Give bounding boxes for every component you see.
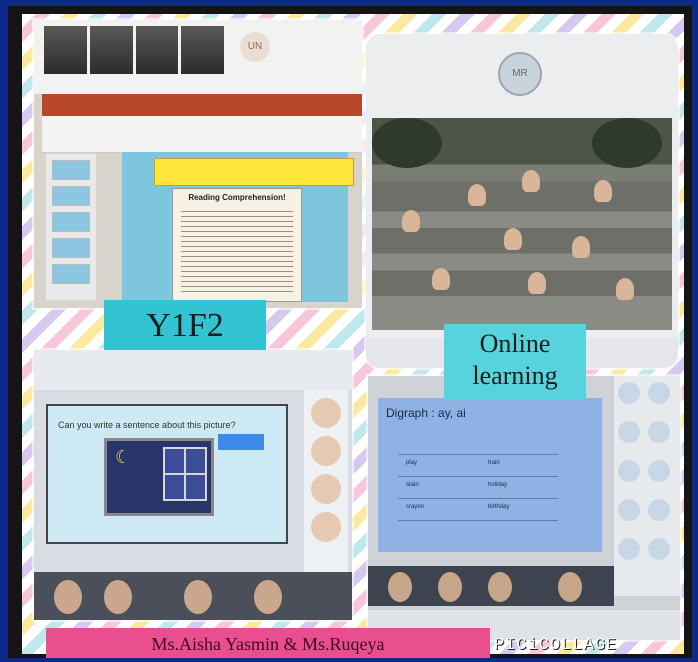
screen-photo-class: MR — [366, 34, 678, 368]
window — [163, 447, 207, 501]
screen-photo-writing: Can you write a sentence about this pict… — [34, 350, 352, 620]
student — [504, 228, 522, 250]
divider — [398, 454, 558, 455]
meeting-header: UN — [34, 20, 362, 94]
word: play — [406, 460, 418, 466]
instruction-box — [154, 158, 354, 186]
divider — [398, 476, 558, 477]
word: birthday — [488, 504, 510, 510]
teachers-banner: Ms.Aisha Yasmin & Ms.Ruqeya — [46, 628, 490, 658]
video-strip — [368, 566, 614, 606]
video-strip — [34, 572, 352, 620]
bedroom-picture: ☾ — [104, 438, 214, 516]
participant-avatar: UN — [240, 32, 270, 62]
text-lines — [181, 207, 293, 293]
powerpoint-ribbon — [42, 116, 362, 153]
student — [528, 272, 546, 294]
digraph-slide: Digraph : ay, ai play train stain holida… — [378, 398, 602, 552]
screen-photo-digraph: Digraph : ay, ai play train stain holida… — [368, 376, 680, 640]
collage-brand: PICiCOLLAGE — [494, 636, 618, 655]
meeting-toolbar — [34, 350, 352, 390]
tree — [592, 118, 662, 168]
tree — [372, 118, 442, 168]
reading-title: Reading Comprehension! — [188, 193, 286, 202]
word: train — [488, 460, 500, 466]
divider — [398, 498, 558, 499]
moon-icon: ☾ — [115, 447, 132, 467]
word: crayon — [406, 504, 425, 510]
writing-slide: Can you write a sentence about this pict… — [46, 404, 288, 544]
online-learning-label: Online learning — [444, 324, 586, 400]
participants-panel — [304, 390, 348, 580]
slide-button — [218, 434, 264, 450]
student — [594, 180, 612, 202]
participants-panel — [614, 376, 680, 596]
reading-text: Reading Comprehension! — [172, 188, 302, 302]
word: holiday — [488, 482, 508, 488]
slide-question: Can you write a sentence about this pict… — [58, 420, 236, 430]
photo-collage: UN Reading Comprehension! MR Can you wri… — [22, 14, 684, 654]
divider — [398, 520, 558, 521]
student — [468, 184, 486, 206]
video-thumbnails — [44, 26, 224, 74]
student — [522, 170, 540, 192]
teachers-names: Ms.Aisha Yasmin & Ms.Ruqeya — [151, 634, 385, 654]
slide-title: Digraph : ay, ai — [386, 406, 466, 420]
student — [402, 210, 420, 232]
word: stain — [406, 482, 419, 488]
screen-photo-reading: UN Reading Comprehension! — [34, 20, 362, 308]
student — [432, 268, 450, 290]
student — [572, 236, 590, 258]
class-label: Y1F2 — [104, 300, 266, 350]
powerpoint-titlebar — [42, 94, 362, 116]
slide-thumbnails — [46, 154, 96, 300]
student — [616, 278, 634, 300]
participant-avatar: MR — [498, 52, 542, 96]
students-photo — [372, 118, 672, 330]
reading-slide: Reading Comprehension! — [122, 152, 354, 302]
